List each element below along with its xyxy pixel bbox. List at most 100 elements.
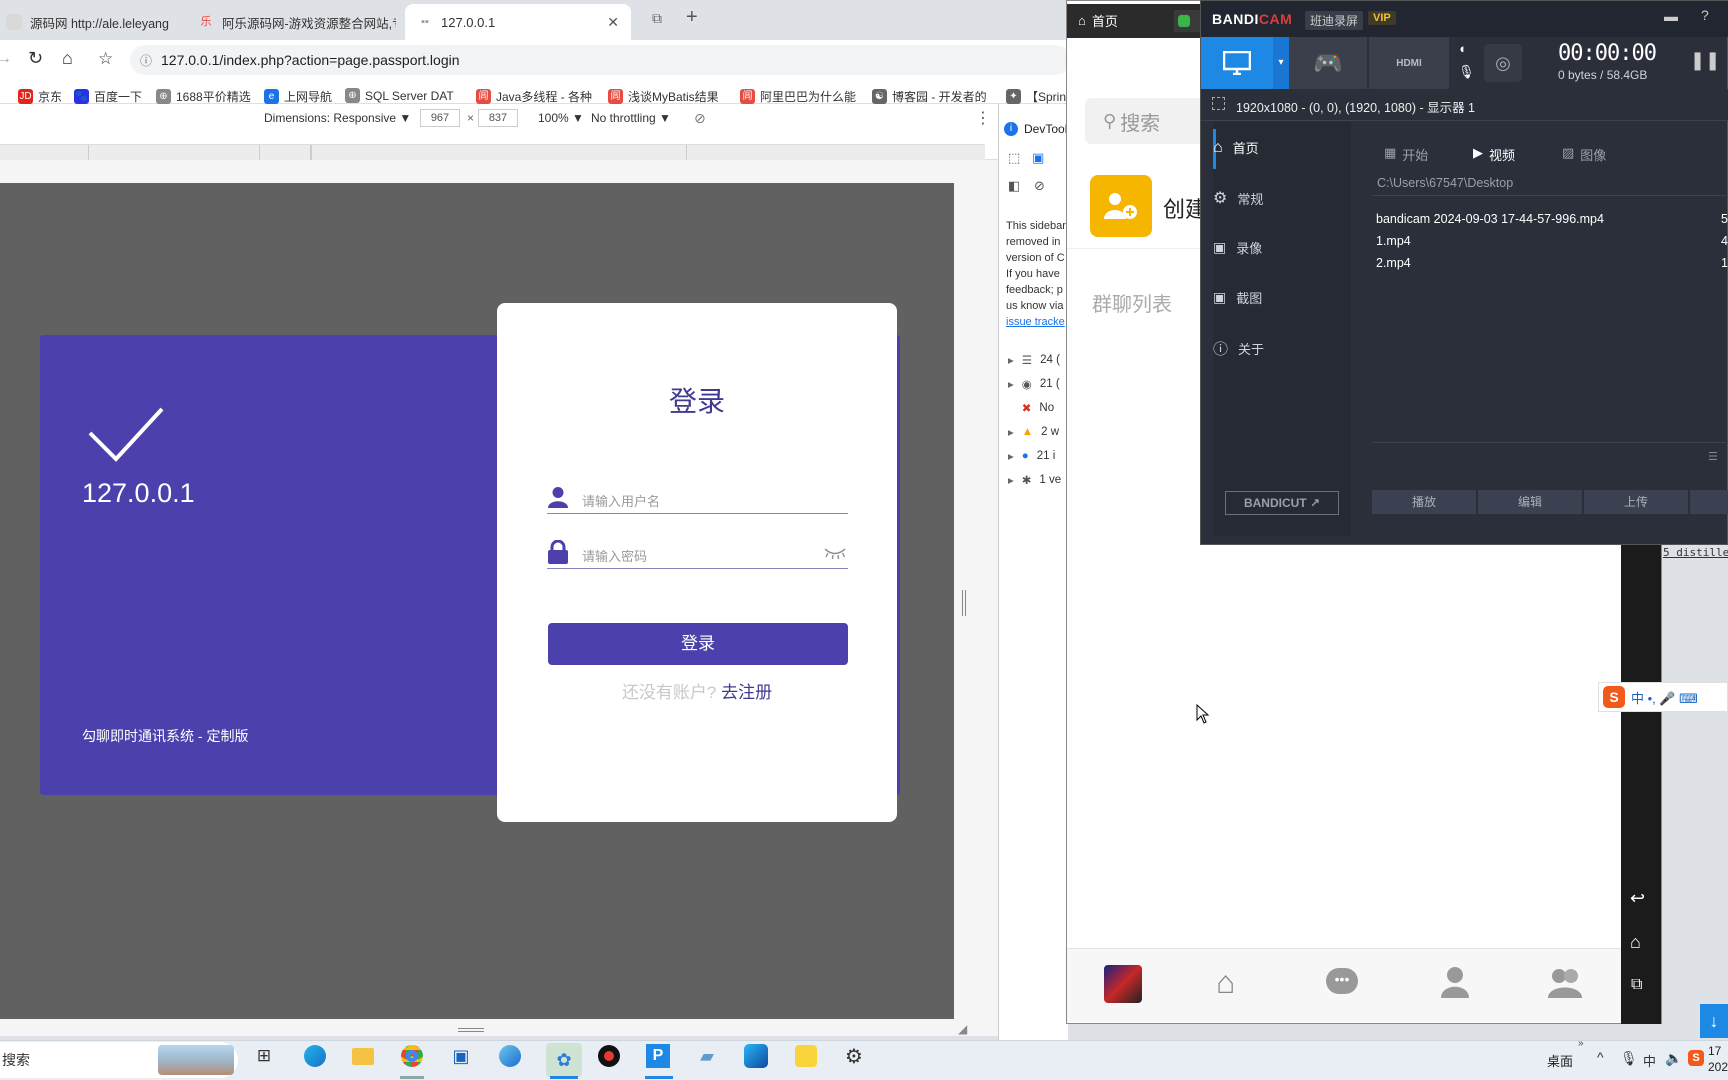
home-icon[interactable]: ⌂ xyxy=(62,48,73,69)
play-button[interactable]: 播放 xyxy=(1372,490,1476,514)
nav-contacts-icon[interactable] xyxy=(1440,966,1470,998)
tab-start[interactable]: ▦ 开始 xyxy=(1384,145,1428,164)
bookmark-2[interactable]: ⊕ 1688平价精选 xyxy=(156,88,251,105)
bookmark-6[interactable]: 闾浅谈MyBatis结果 xyxy=(608,88,719,105)
tab-image[interactable]: ▨ 图像 xyxy=(1562,145,1606,164)
log-row[interactable]: ▸ ● 21 i xyxy=(1008,449,1055,463)
log-row[interactable]: ▸ ☰ 24 ( xyxy=(1008,353,1060,367)
tab-1[interactable]: 乐 阿乐源码网-游戏资源整合网站,专 xyxy=(186,4,397,40)
mode-dropdown-button[interactable]: ▾ xyxy=(1273,37,1289,89)
url-text[interactable]: 127.0.0.1/index.php?action=page.passport… xyxy=(161,52,460,68)
more-button[interactable] xyxy=(1690,490,1728,514)
folder-icon[interactable]: ▬ xyxy=(1664,8,1678,24)
login-button[interactable]: 登录 xyxy=(548,623,848,665)
create-group-icon[interactable] xyxy=(1090,175,1152,237)
tray-chevron-up-icon[interactable]: ^ xyxy=(1597,1049,1604,1065)
bandicam-record-icon[interactable] xyxy=(595,1042,623,1070)
game-mode-button[interactable]: 🎮 xyxy=(1289,37,1367,89)
log-row[interactable]: ▸ ✱ 1 ve xyxy=(1008,473,1061,487)
bookmark-9[interactable]: ✦ 【Sprin xyxy=(1006,88,1066,105)
edit-button[interactable]: 编辑 xyxy=(1478,490,1582,514)
tab-0[interactable]: 源码网 http://ale.leleyangya xyxy=(0,4,169,40)
weather-app-icon[interactable] xyxy=(742,1042,770,1070)
sidebar-item-general[interactable]: ⚙ 常规 xyxy=(1213,188,1263,208)
chevron-icon[interactable]: » xyxy=(1578,1038,1584,1049)
mic-icon[interactable]: 🎙 xyxy=(1458,64,1475,80)
speaker-icon[interactable]: ◖ xyxy=(1458,41,1466,56)
star-icon[interactable]: ☆ xyxy=(98,49,113,69)
screen-mode-button[interactable] xyxy=(1201,37,1273,89)
download-icon[interactable]: ↓ xyxy=(1700,1004,1728,1038)
devtools-tab[interactable]: i DevTool xyxy=(1004,122,1068,136)
nav-home-icon[interactable]: ⌂ xyxy=(1216,964,1235,1001)
chat-search[interactable]: ⚲ 搜索 xyxy=(1085,98,1215,144)
file-explorer-icon[interactable] xyxy=(349,1042,377,1070)
sogou-tray-icon[interactable]: S xyxy=(1688,1050,1704,1066)
username-input[interactable]: 请输入用户名 xyxy=(547,487,848,514)
region-checkbox-icon[interactable] xyxy=(1212,97,1225,110)
bottom-resize-handle[interactable] xyxy=(458,1028,484,1032)
more-icon[interactable]: ⋮ xyxy=(975,108,991,128)
tab-2[interactable]: ▪▪ 127.0.0.1 ✕ xyxy=(405,4,631,40)
app-icon[interactable]: ✿ xyxy=(546,1043,582,1077)
file-row[interactable]: bandicam 2024-09-03 17-44-57-996.mp4 5 xyxy=(1376,212,1728,226)
taskbar-search[interactable]: 搜索 xyxy=(0,1042,238,1078)
ime-indicator[interactable]: 中 xyxy=(1643,1051,1656,1070)
sidebar-item-about[interactable]: ⓘ 关于 xyxy=(1213,338,1264,359)
back-icon[interactable]: ↩ xyxy=(1630,888,1645,909)
dimensions-select[interactable]: Dimensions: Responsive ▼ xyxy=(264,108,411,128)
rotate-icon[interactable]: ⊘ xyxy=(694,108,706,128)
pycharm-icon[interactable]: P xyxy=(644,1042,672,1070)
nav-groups-icon[interactable] xyxy=(1548,966,1582,998)
bookmark-3[interactable]: e 上网导航 xyxy=(264,88,332,105)
desktop-toolbar[interactable]: 桌面 xyxy=(1547,1051,1573,1070)
tab-video[interactable]: ▶ 视频 xyxy=(1473,145,1515,164)
corner-resize-icon[interactable]: ◢ xyxy=(958,1022,967,1036)
register-link[interactable]: 去注册 xyxy=(721,683,772,702)
pause-icon[interactable]: ❚❚ xyxy=(1690,50,1720,71)
chrome-icon[interactable] xyxy=(398,1042,426,1070)
width-input[interactable]: 967 xyxy=(420,109,460,127)
clear-icon[interactable]: ⊘ xyxy=(1034,178,1045,194)
sidebar-item-video[interactable]: ▣ 录像 xyxy=(1213,238,1262,257)
bandicut-button[interactable]: BANDICUT ↗ xyxy=(1225,491,1339,515)
chat-home-tab[interactable]: ⌂ 首页 xyxy=(1078,11,1118,30)
edge-beta-icon[interactable] xyxy=(496,1042,524,1070)
settings-icon[interactable]: ⚙ xyxy=(840,1042,868,1070)
sidebar-item-screenshot[interactable]: ▣ 截图 xyxy=(1213,288,1262,307)
avatar[interactable] xyxy=(1104,965,1142,1003)
eye-closed-icon[interactable] xyxy=(823,546,847,560)
inspect-icon[interactable]: ⬚ xyxy=(1008,150,1020,166)
bookmark-1[interactable]: 🐾 百度一下 xyxy=(74,88,142,105)
throttle-select[interactable]: No throttling ▼ xyxy=(591,108,671,128)
remote-desktop-icon[interactable]: ▣ xyxy=(447,1042,475,1070)
reload-icon[interactable]: ↻ xyxy=(28,48,43,69)
sidebar-item-home[interactable]: ⌂ 首页 xyxy=(1213,138,1259,157)
webcam-icon[interactable]: ◎ xyxy=(1484,44,1522,82)
issue-tracker-link[interactable]: issue tracke xyxy=(1006,314,1068,330)
log-row[interactable]: ▸ ◉ 21 ( xyxy=(1008,377,1060,391)
new-tab-icon[interactable]: + xyxy=(686,6,698,29)
file-row[interactable]: 2.mp4 1 xyxy=(1376,256,1728,270)
bookmark-7[interactable]: 闾阿里巴巴为什么能 xyxy=(740,88,856,105)
notepad-icon[interactable]: ▰ xyxy=(693,1042,721,1070)
bookmark-5[interactable]: 闾 Java多线程 - 各种 xyxy=(476,88,592,105)
close-icon[interactable]: ✕ xyxy=(607,14,619,31)
volume-icon[interactable]: 🔈 xyxy=(1665,1050,1682,1067)
tab-search-icon[interactable]: ⧉ xyxy=(652,10,662,27)
recent-apps-icon[interactable]: ⧉ xyxy=(1631,976,1642,994)
device-mode-icon[interactable]: ▣ xyxy=(1032,150,1044,166)
bookmark-0[interactable]: JD 京东 xyxy=(18,88,62,105)
nav-chat-icon[interactable]: ••• xyxy=(1326,968,1358,994)
hdmi-mode-button[interactable]: HDMI xyxy=(1369,37,1449,89)
clock[interactable]: 17 202 xyxy=(1708,1043,1728,1075)
mic-tray-icon[interactable]: 🎙 xyxy=(1620,1050,1638,1067)
zoom-select[interactable]: 100% ▼ xyxy=(538,108,584,128)
log-row[interactable]: ▸ ✖ No xyxy=(1008,401,1054,415)
bookmark-4[interactable]: ⊕ SQL Server DAT xyxy=(345,88,465,103)
forward-icon[interactable]: → xyxy=(0,50,12,68)
edge-icon[interactable] xyxy=(301,1042,329,1070)
chat-tab-green[interactable] xyxy=(1174,10,1202,32)
viewport-resize-handle[interactable] xyxy=(962,590,966,616)
home-icon[interactable]: ⌂ xyxy=(1630,932,1641,953)
